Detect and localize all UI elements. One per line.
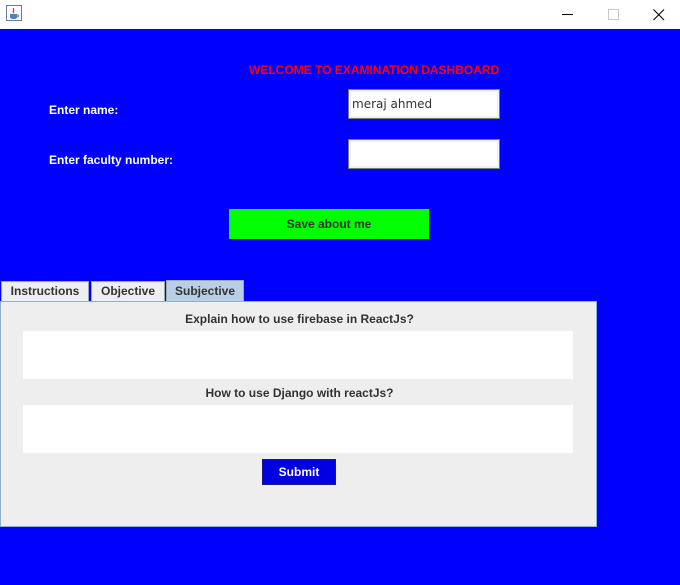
title-bar	[0, 0, 680, 29]
minimize-icon	[562, 14, 573, 15]
answer-1-textarea[interactable]	[23, 331, 573, 379]
welcome-heading: WELCOME TO EXAMINATION DASHBOARD	[249, 63, 500, 77]
faculty-number-label: Enter faculty number:	[49, 153, 174, 167]
maximize-button[interactable]	[591, 0, 636, 29]
answer-2-textarea[interactable]	[23, 405, 573, 453]
close-button[interactable]	[636, 0, 680, 29]
question-1-label: Explain how to use firebase in ReactJs?	[185, 312, 414, 326]
faculty-number-input[interactable]	[348, 139, 500, 169]
name-input[interactable]: meraj ahmed	[348, 89, 500, 119]
minimize-button[interactable]	[545, 0, 590, 29]
java-icon	[6, 5, 22, 21]
close-icon	[653, 9, 665, 21]
maximize-icon	[608, 9, 619, 20]
tab-objective[interactable]: Objective	[91, 281, 165, 301]
save-about-me-button[interactable]: Save about me	[229, 209, 429, 239]
tab-instructions[interactable]: Instructions	[1, 281, 89, 301]
submit-button[interactable]: Submit	[262, 459, 336, 485]
tab-subjective[interactable]: Subjective	[166, 280, 244, 302]
subjective-panel: Explain how to use firebase in ReactJs? …	[0, 301, 597, 527]
question-2-label: How to use Django with reactJs?	[205, 386, 394, 400]
name-label: Enter name:	[49, 103, 119, 117]
app-window: WELCOME TO EXAMINATION DASHBOARD Enter n…	[0, 0, 680, 585]
